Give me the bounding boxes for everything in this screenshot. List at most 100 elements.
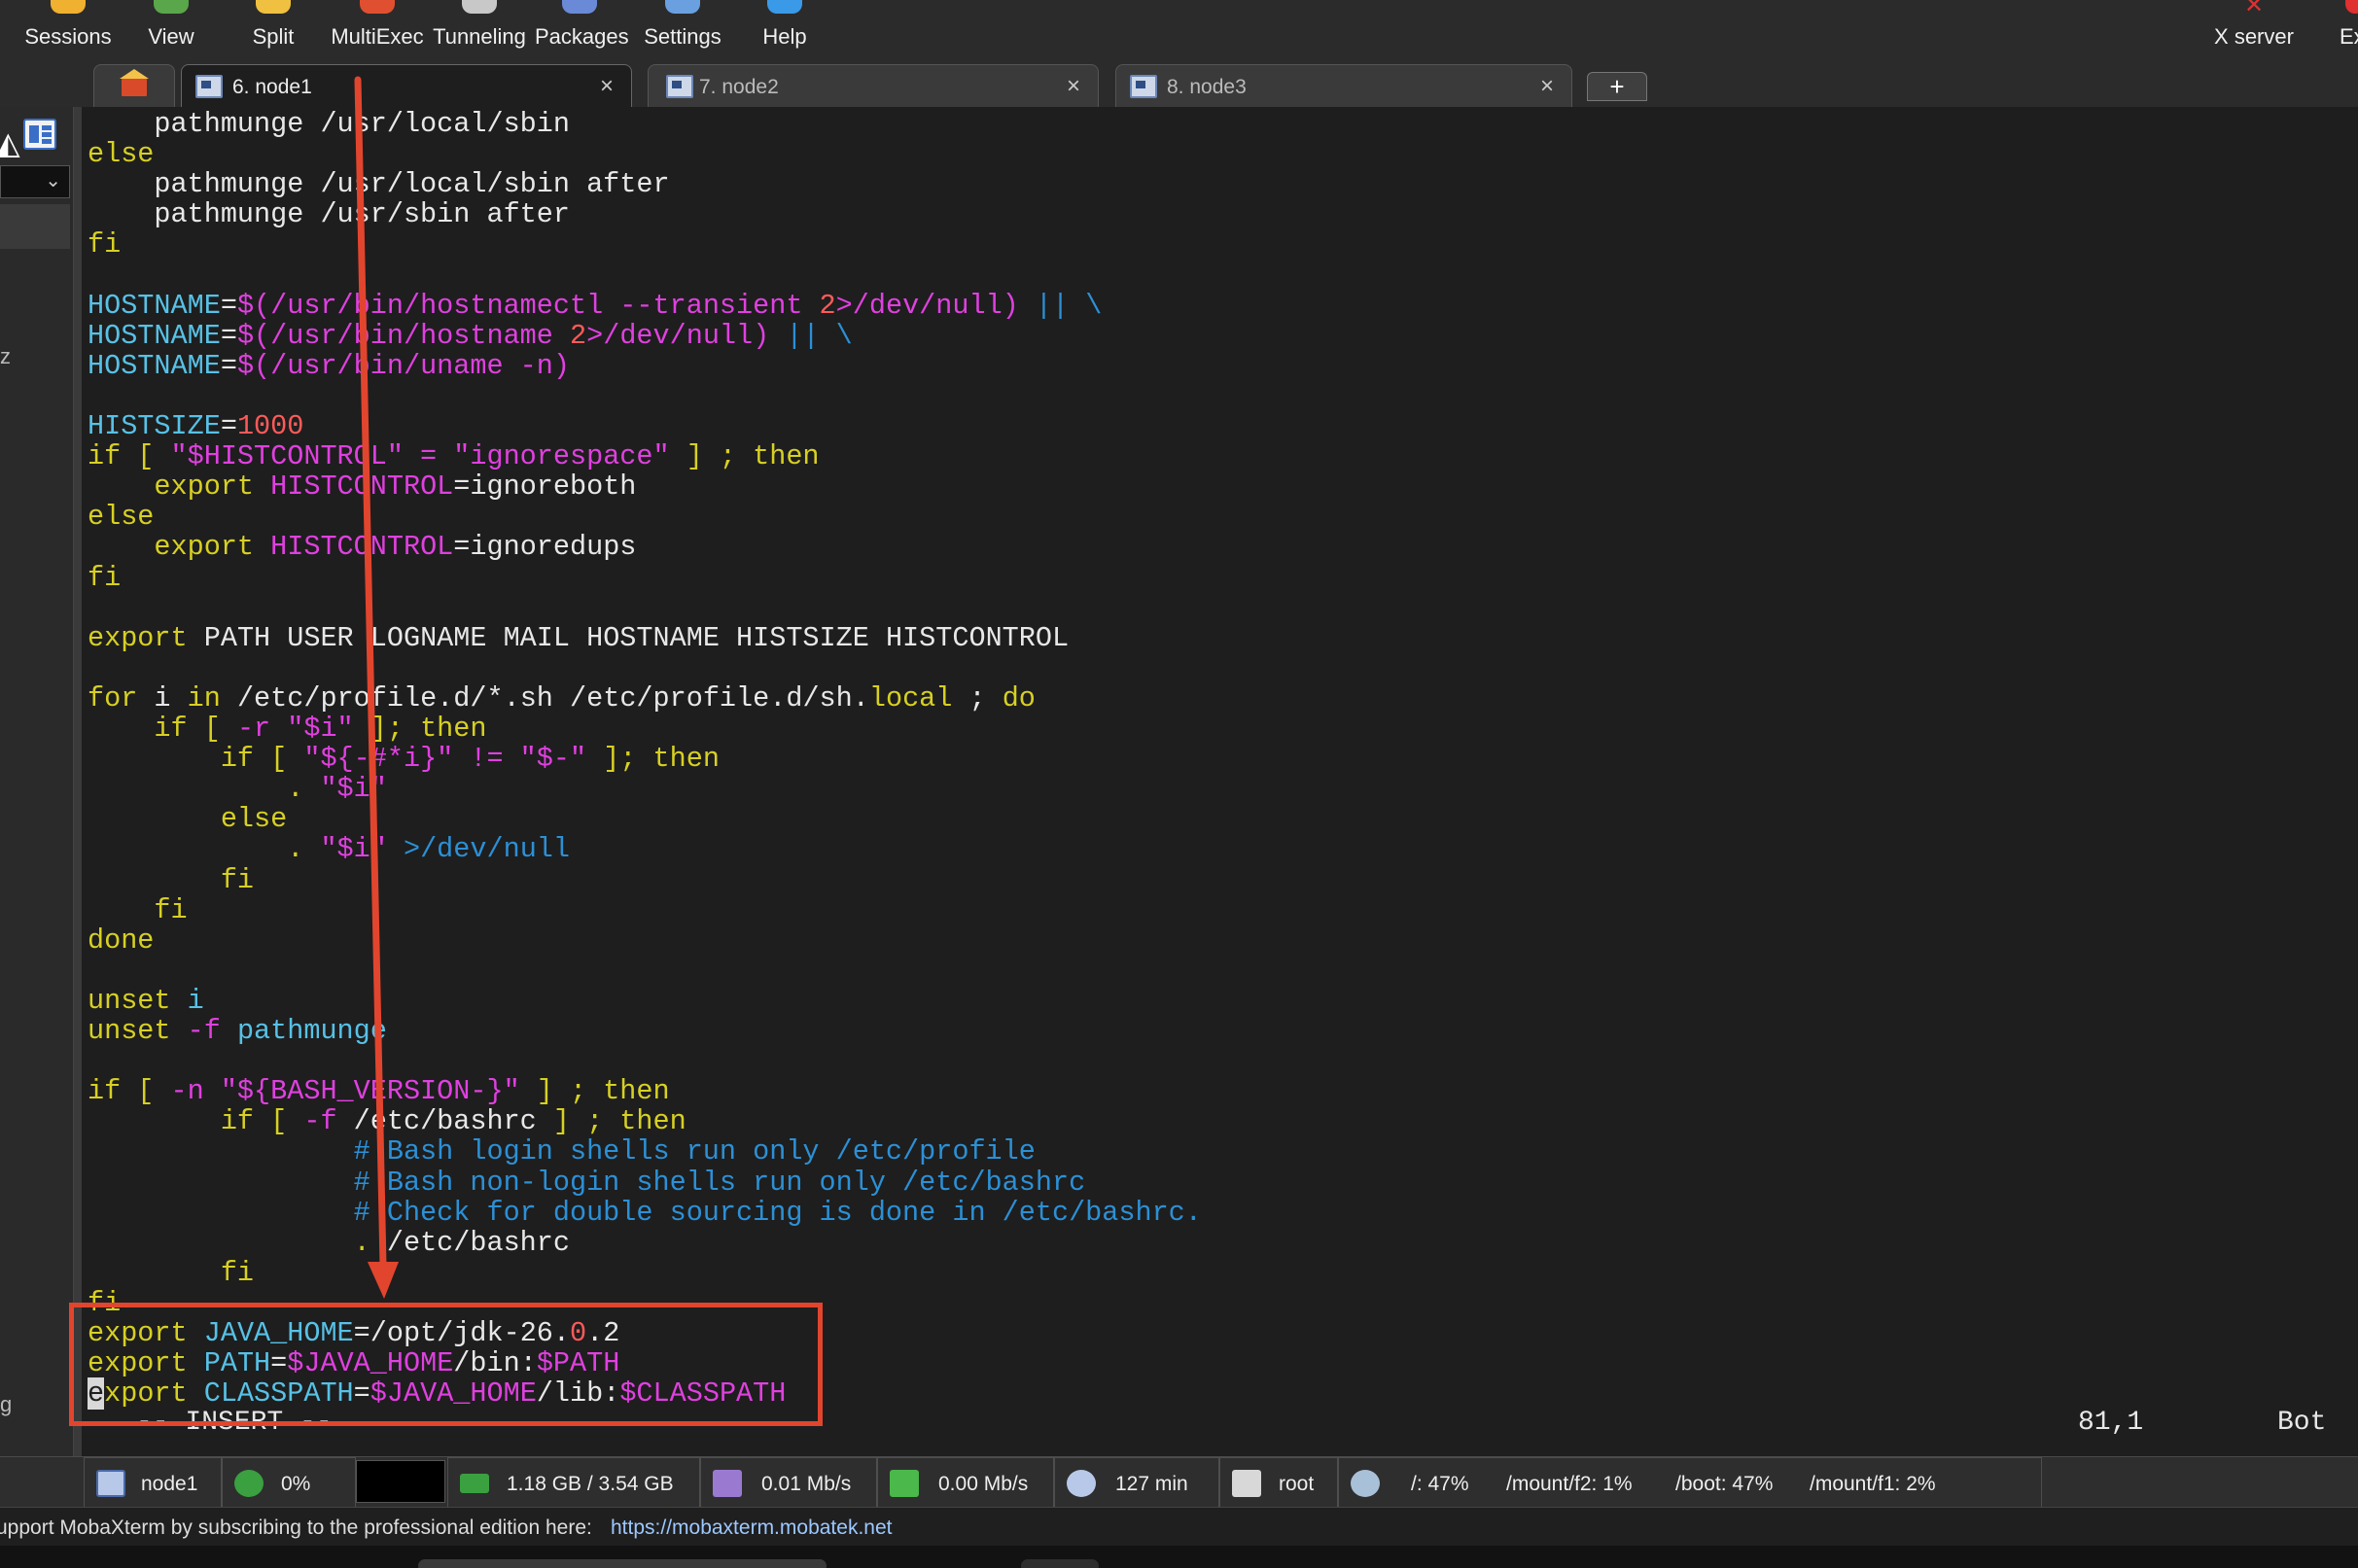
tab-node1-label: 6. node1 bbox=[232, 76, 312, 98]
tab-node1[interactable]: 6. node1 × bbox=[181, 64, 632, 107]
code-token: "${-#*i}" != "$-" bbox=[303, 743, 587, 776]
status-disk-f2: /mount/f2: 1% bbox=[1506, 1473, 1633, 1495]
settings-button[interactable]: Settings bbox=[638, 0, 727, 58]
terminal-line: HOSTNAME=$(/usr/bin/hostnamectl --transi… bbox=[88, 291, 1102, 321]
terminal-line: pathmunge /usr/local/sbin after bbox=[88, 169, 669, 199]
new-tab-button[interactable]: + bbox=[1587, 72, 1647, 101]
code-token: done bbox=[88, 923, 155, 957]
code-token: HOSTNAME bbox=[88, 319, 221, 352]
taskbar-item[interactable] bbox=[418, 1559, 827, 1568]
home-icon bbox=[120, 69, 149, 96]
terminal-line: else bbox=[88, 139, 154, 169]
taskbar-strip bbox=[0, 1546, 2358, 1568]
disk-icon bbox=[1351, 1470, 1380, 1497]
split-icon bbox=[256, 0, 291, 14]
sessions-button[interactable]: Sessions bbox=[19, 0, 117, 58]
packages-icon bbox=[562, 0, 597, 14]
close-icon[interactable]: × bbox=[1540, 73, 1554, 100]
code-token: ] ; then bbox=[536, 1105, 686, 1138]
tunneling-button[interactable]: Tunneling bbox=[431, 0, 528, 58]
code-token: . bbox=[88, 1226, 387, 1259]
status-memory-label: 1.18 GB / 3.54 GB bbox=[507, 1473, 674, 1495]
tab-node2-label: 7. node2 bbox=[699, 76, 779, 98]
code-token: "$i" bbox=[320, 833, 387, 866]
help-button[interactable]: Help bbox=[751, 0, 819, 58]
footer-link[interactable]: https://mobaxterm.mobatek.net bbox=[611, 1516, 892, 1540]
code-token: if [ bbox=[88, 743, 304, 776]
code-token: "$i" bbox=[320, 773, 387, 806]
terminal-line: fi bbox=[88, 229, 121, 260]
code-token: HOSTNAME bbox=[88, 289, 221, 322]
status-user-label: root bbox=[1279, 1473, 1315, 1495]
code-token: ]; then bbox=[353, 713, 487, 745]
exit-label: Ex bbox=[2340, 24, 2358, 49]
terminal-line: if [ -f /etc/bashrc ] ; then bbox=[88, 1106, 686, 1136]
settings-label: Settings bbox=[644, 24, 721, 49]
terminal-icon bbox=[1130, 75, 1157, 98]
terminal-icon bbox=[666, 75, 693, 98]
code-token: else bbox=[88, 138, 155, 171]
sidebar-text-fragment: z bbox=[0, 344, 11, 368]
grid-view-icon[interactable] bbox=[23, 119, 56, 150]
split-button[interactable]: Split bbox=[229, 0, 317, 58]
code-token: >/dev/null bbox=[386, 833, 571, 866]
code-token: -f bbox=[187, 1015, 237, 1047]
view-button[interactable]: View bbox=[127, 0, 215, 58]
status-cpu-label: 0% bbox=[281, 1473, 311, 1495]
status-session-label: node1 bbox=[141, 1473, 198, 1495]
tunneling-label: Tunneling bbox=[433, 24, 526, 49]
main-toolbar: Sessions View Split MultiExec Tunneling … bbox=[0, 0, 2358, 58]
terminal-pane[interactable]: pathmunge /usr/local/sbin else pathmunge … bbox=[82, 107, 2358, 1456]
code-token: -n "${BASH_VERSION-}" bbox=[170, 1075, 520, 1108]
packages-button[interactable]: Packages bbox=[535, 0, 629, 58]
download-icon bbox=[890, 1470, 919, 1497]
code-token: >/dev/null) bbox=[835, 289, 1036, 322]
code-token: for bbox=[88, 681, 155, 714]
terminal-icon bbox=[96, 1470, 125, 1497]
code-token: $(/usr/bin/hostname bbox=[236, 319, 570, 352]
code-token: = bbox=[220, 289, 237, 322]
code-token: if [ bbox=[88, 1075, 171, 1108]
tab-node2[interactable]: 7. node2 × bbox=[648, 64, 1099, 107]
help-label: Help bbox=[762, 24, 807, 49]
status-disk-boot: /boot: 47% bbox=[1675, 1473, 1774, 1495]
session-tab-bar: 6. node1 × 7. node2 × 8. node3 × + bbox=[0, 58, 2358, 107]
taskbar-item[interactable] bbox=[1021, 1559, 1099, 1568]
home-tab[interactable] bbox=[93, 64, 175, 107]
chevron-down-icon: ⌄ bbox=[45, 170, 61, 192]
tunneling-icon bbox=[462, 0, 497, 14]
sidebar-tool-icon[interactable]: ◭ bbox=[0, 124, 20, 161]
memory-icon bbox=[460, 1474, 489, 1493]
status-session[interactable]: node1 bbox=[84, 1457, 222, 1508]
sidebar-dropdown[interactable]: ⌄ bbox=[0, 165, 70, 198]
code-token: if [ bbox=[88, 440, 171, 473]
footer-bar: upport MobaXterm by subscribing to the p… bbox=[0, 1507, 2358, 1546]
x-server-button[interactable]: ✕ X server bbox=[2205, 0, 2303, 58]
close-icon[interactable]: × bbox=[1067, 73, 1080, 100]
code-token: >/dev/null) bbox=[586, 319, 787, 352]
exit-button[interactable]: Ex bbox=[2332, 0, 2358, 58]
terminal-line: if [ -n "${BASH_VERSION-}" ] ; then bbox=[88, 1076, 670, 1106]
sidebar-splitter[interactable] bbox=[74, 107, 82, 1487]
code-token: /etc/bashrc bbox=[353, 1105, 537, 1138]
code-token: unset bbox=[88, 1015, 188, 1047]
multiexec-button[interactable]: MultiExec bbox=[329, 0, 426, 58]
tab-node3[interactable]: 8. node3 × bbox=[1115, 64, 1572, 107]
split-label: Split bbox=[252, 24, 295, 49]
status-disk-root: /: 47% bbox=[1411, 1473, 1469, 1495]
status-download: 0.00 Mb/s bbox=[877, 1457, 1054, 1508]
status-disks: /: 47% /mount/f2: 1% /boot: 47% /mount/f… bbox=[1338, 1457, 2042, 1508]
code-token: export bbox=[88, 470, 271, 504]
terminal-line: HOSTNAME=$(/usr/bin/uname -n) bbox=[88, 351, 570, 381]
code-token: 1000 bbox=[236, 410, 304, 442]
status-bar: node1 0% 1.18 GB / 3.54 GB 0.01 Mb/s 0.0… bbox=[0, 1456, 2358, 1508]
code-token: HISTSIZE bbox=[88, 410, 221, 442]
code-token: else bbox=[88, 501, 155, 534]
code-token: || \ bbox=[1035, 289, 1103, 322]
code-token: ]; then bbox=[586, 743, 720, 776]
close-icon[interactable]: × bbox=[600, 73, 614, 100]
code-token: || \ bbox=[786, 319, 853, 352]
sidebar-selected-row[interactable] bbox=[0, 204, 70, 249]
code-token: ; bbox=[952, 681, 1003, 714]
terminal-line: export HISTCONTROL=ignoreboth bbox=[88, 471, 636, 502]
